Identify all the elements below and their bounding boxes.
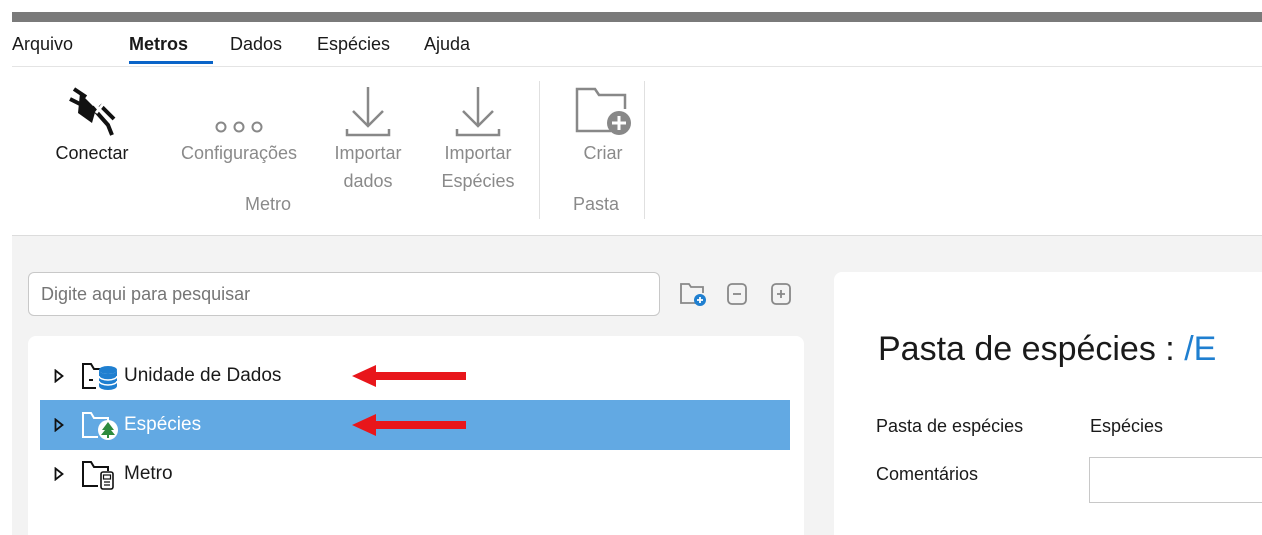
import-species-label-line1: Importar [444, 143, 512, 163]
menu-ajuda[interactable]: Ajuda [424, 34, 470, 55]
import-data-button[interactable]: Importar dados [320, 77, 416, 195]
data-unit-icon [80, 360, 124, 392]
ribbon: Conectar Configurações Importar dados Im… [12, 67, 1262, 236]
import-data-label-line1: Importar [334, 143, 402, 163]
title-text: Pasta de espécies [878, 330, 1156, 368]
folder-field-value: Espécies [1090, 416, 1164, 436]
import-species-button[interactable]: Importar Espécies [428, 77, 528, 195]
import-data-label-line2: dados [343, 171, 393, 191]
annotation-arrow-icon [352, 414, 466, 436]
page-title: Pasta de espécies : /E [878, 330, 1216, 369]
new-folder-icon[interactable] [678, 281, 708, 312]
menu-metros[interactable]: Metros [129, 34, 188, 55]
folder-add-icon [560, 77, 646, 139]
create-label: Criar [583, 143, 623, 163]
search-input[interactable] [28, 272, 660, 316]
main-content: Unidade de Dados Espécies [12, 236, 1262, 535]
expand-caret-icon[interactable] [54, 369, 68, 383]
tree-view: Unidade de Dados Espécies Metro [28, 336, 804, 535]
detail-panel: Pasta de espécies : /E Pasta de espécies… [834, 272, 1262, 535]
meter-folder-icon [80, 458, 124, 490]
group-separator [644, 81, 645, 219]
create-folder-button[interactable]: Criar [560, 77, 646, 167]
tree-item-meter[interactable]: Metro [40, 449, 790, 499]
title-path: /E [1184, 330, 1217, 368]
expand-caret-icon[interactable] [54, 467, 68, 481]
menu-arquivo[interactable]: Arquivo [12, 34, 73, 55]
settings-label: Configurações [180, 143, 298, 163]
menu-especies[interactable]: Espécies [317, 34, 390, 55]
window-top-bar [12, 12, 1262, 22]
group-separator [539, 81, 540, 219]
title-separator: : [1155, 330, 1185, 368]
menu-dados[interactable]: Dados [230, 34, 282, 55]
settings-button[interactable]: Configurações [168, 77, 310, 167]
tree-item-label: Unidade de Dados [124, 365, 282, 386]
download-icon [428, 77, 528, 139]
connect-button[interactable]: Conectar [42, 77, 142, 167]
connect-label: Conectar [55, 143, 129, 163]
download-icon [320, 77, 416, 139]
group-label-meter: Metro [245, 194, 292, 214]
folder-field-label: Pasta de espécies [876, 416, 1024, 436]
active-menu-indicator [129, 61, 213, 64]
comments-field-label: Comentários [876, 464, 979, 484]
more-dots-icon [168, 77, 310, 139]
collapse-all-icon[interactable] [724, 281, 750, 312]
plug-disconnected-icon [42, 77, 142, 139]
import-species-label-line2: Espécies [441, 171, 515, 191]
species-folder-icon [80, 409, 124, 441]
comments-input[interactable] [1089, 457, 1262, 503]
tree-item-label: Metro [124, 463, 173, 484]
menu-bar: Arquivo Metros Dados Espécies Ajuda [12, 22, 1262, 67]
annotation-arrow-icon [352, 365, 466, 387]
expand-caret-icon[interactable] [54, 418, 68, 432]
expand-all-icon[interactable] [768, 281, 794, 312]
tree-item-label: Espécies [124, 414, 202, 435]
group-label-folder: Pasta [573, 194, 620, 214]
